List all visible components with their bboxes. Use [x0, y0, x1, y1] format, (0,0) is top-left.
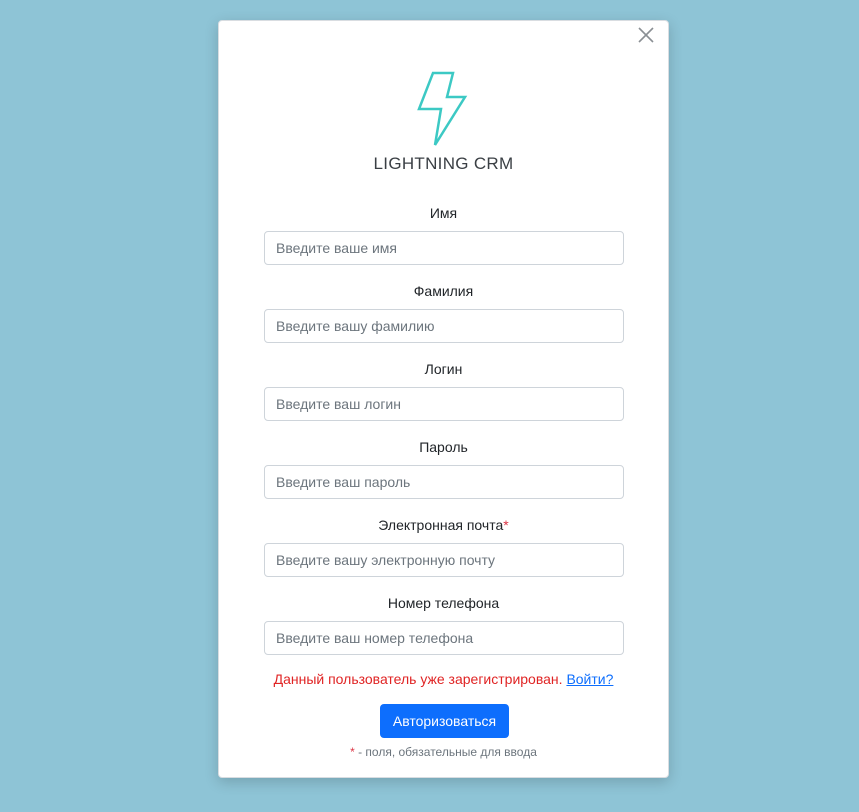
- password-label: Пароль: [419, 439, 468, 455]
- registration-modal: LIGHTNING CRM Имя Фамилия Логин Пароль Э…: [218, 20, 669, 778]
- phone-input[interactable]: [264, 621, 624, 655]
- close-icon[interactable]: [636, 25, 656, 45]
- error-text: Данный пользователь уже зарегистрирован.: [273, 671, 567, 687]
- login-label: Логин: [424, 361, 463, 377]
- login-input[interactable]: [264, 387, 624, 421]
- error-message: Данный пользователь уже зарегистрирован.…: [219, 671, 668, 687]
- last-name-label: Фамилия: [413, 283, 474, 299]
- phone-label: Номер телефона: [387, 595, 500, 611]
- footnote-text: - поля, обязательные для ввода: [354, 745, 537, 759]
- email-input[interactable]: [264, 543, 624, 577]
- brand-title: LIGHTNING CRM: [373, 154, 514, 173]
- last-name-input[interactable]: [264, 309, 624, 343]
- required-asterisk: *: [503, 517, 509, 533]
- email-label: Электронная почта*: [378, 517, 509, 533]
- password-input[interactable]: [264, 465, 624, 499]
- authorize-button[interactable]: Авторизоваться: [380, 704, 509, 738]
- login-link[interactable]: Войти?: [566, 671, 613, 687]
- first-name-label: Имя: [429, 205, 458, 221]
- first-name-input[interactable]: [264, 231, 624, 265]
- required-footnote: * - поля, обязательные для ввода: [219, 745, 668, 759]
- lightning-bolt-icon: [417, 71, 469, 147]
